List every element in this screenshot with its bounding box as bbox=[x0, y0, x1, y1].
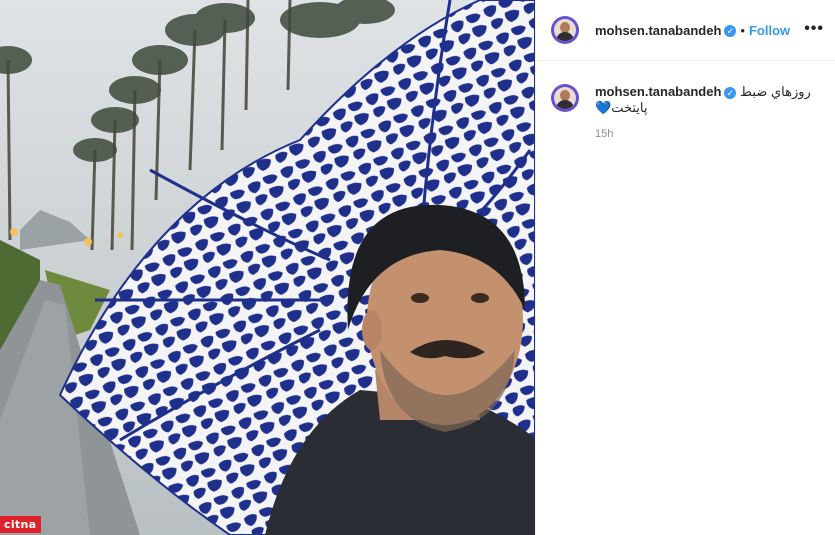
watermark-logo: citna bbox=[0, 516, 42, 533]
verified-badge-icon: ✓ bbox=[724, 86, 737, 99]
avatar-photo bbox=[554, 87, 576, 109]
verified-badge-icon: ✓ bbox=[724, 24, 737, 37]
header-user-line: mohsen.tanabandeh ✓ • Follow bbox=[595, 22, 790, 40]
username-link[interactable]: mohsen.tanabandeh bbox=[595, 23, 721, 38]
caption-avatar[interactable] bbox=[551, 84, 579, 112]
avatar-photo bbox=[554, 19, 576, 41]
caption-line-2: پايتخت bbox=[611, 100, 648, 115]
post-header: mohsen.tanabandeh ✓ • Follow ••• bbox=[536, 0, 835, 61]
instagram-post: citna mohsen.tanabandeh ✓ • Follow ••• mohs… bbox=[0, 0, 835, 535]
more-options-icon[interactable]: ••• bbox=[804, 20, 824, 38]
avatar[interactable] bbox=[551, 16, 579, 44]
caption-line-1: روزهاي ضبط bbox=[740, 84, 811, 99]
follow-button[interactable]: Follow bbox=[749, 23, 790, 38]
blue-heart-icon: 💙 bbox=[595, 100, 612, 115]
avatar-body bbox=[556, 100, 574, 109]
photo-illustration bbox=[0, 0, 535, 535]
post-timestamp[interactable]: 15h bbox=[595, 128, 613, 140]
caption-username-link[interactable]: mohsen.tanabandeh bbox=[595, 84, 721, 99]
avatar-body bbox=[556, 32, 574, 41]
separator-dot: • bbox=[740, 23, 745, 38]
post-photo[interactable]: citna bbox=[0, 0, 535, 535]
caption-line-2-wrapper: 💙پايتخت bbox=[595, 100, 820, 116]
caption: mohsen.tanabandeh ✓ روزهاي ضبط 💙پايتخت bbox=[595, 84, 820, 116]
post-side-panel: mohsen.tanabandeh ✓ • Follow ••• mohsen.tan… bbox=[535, 0, 835, 535]
